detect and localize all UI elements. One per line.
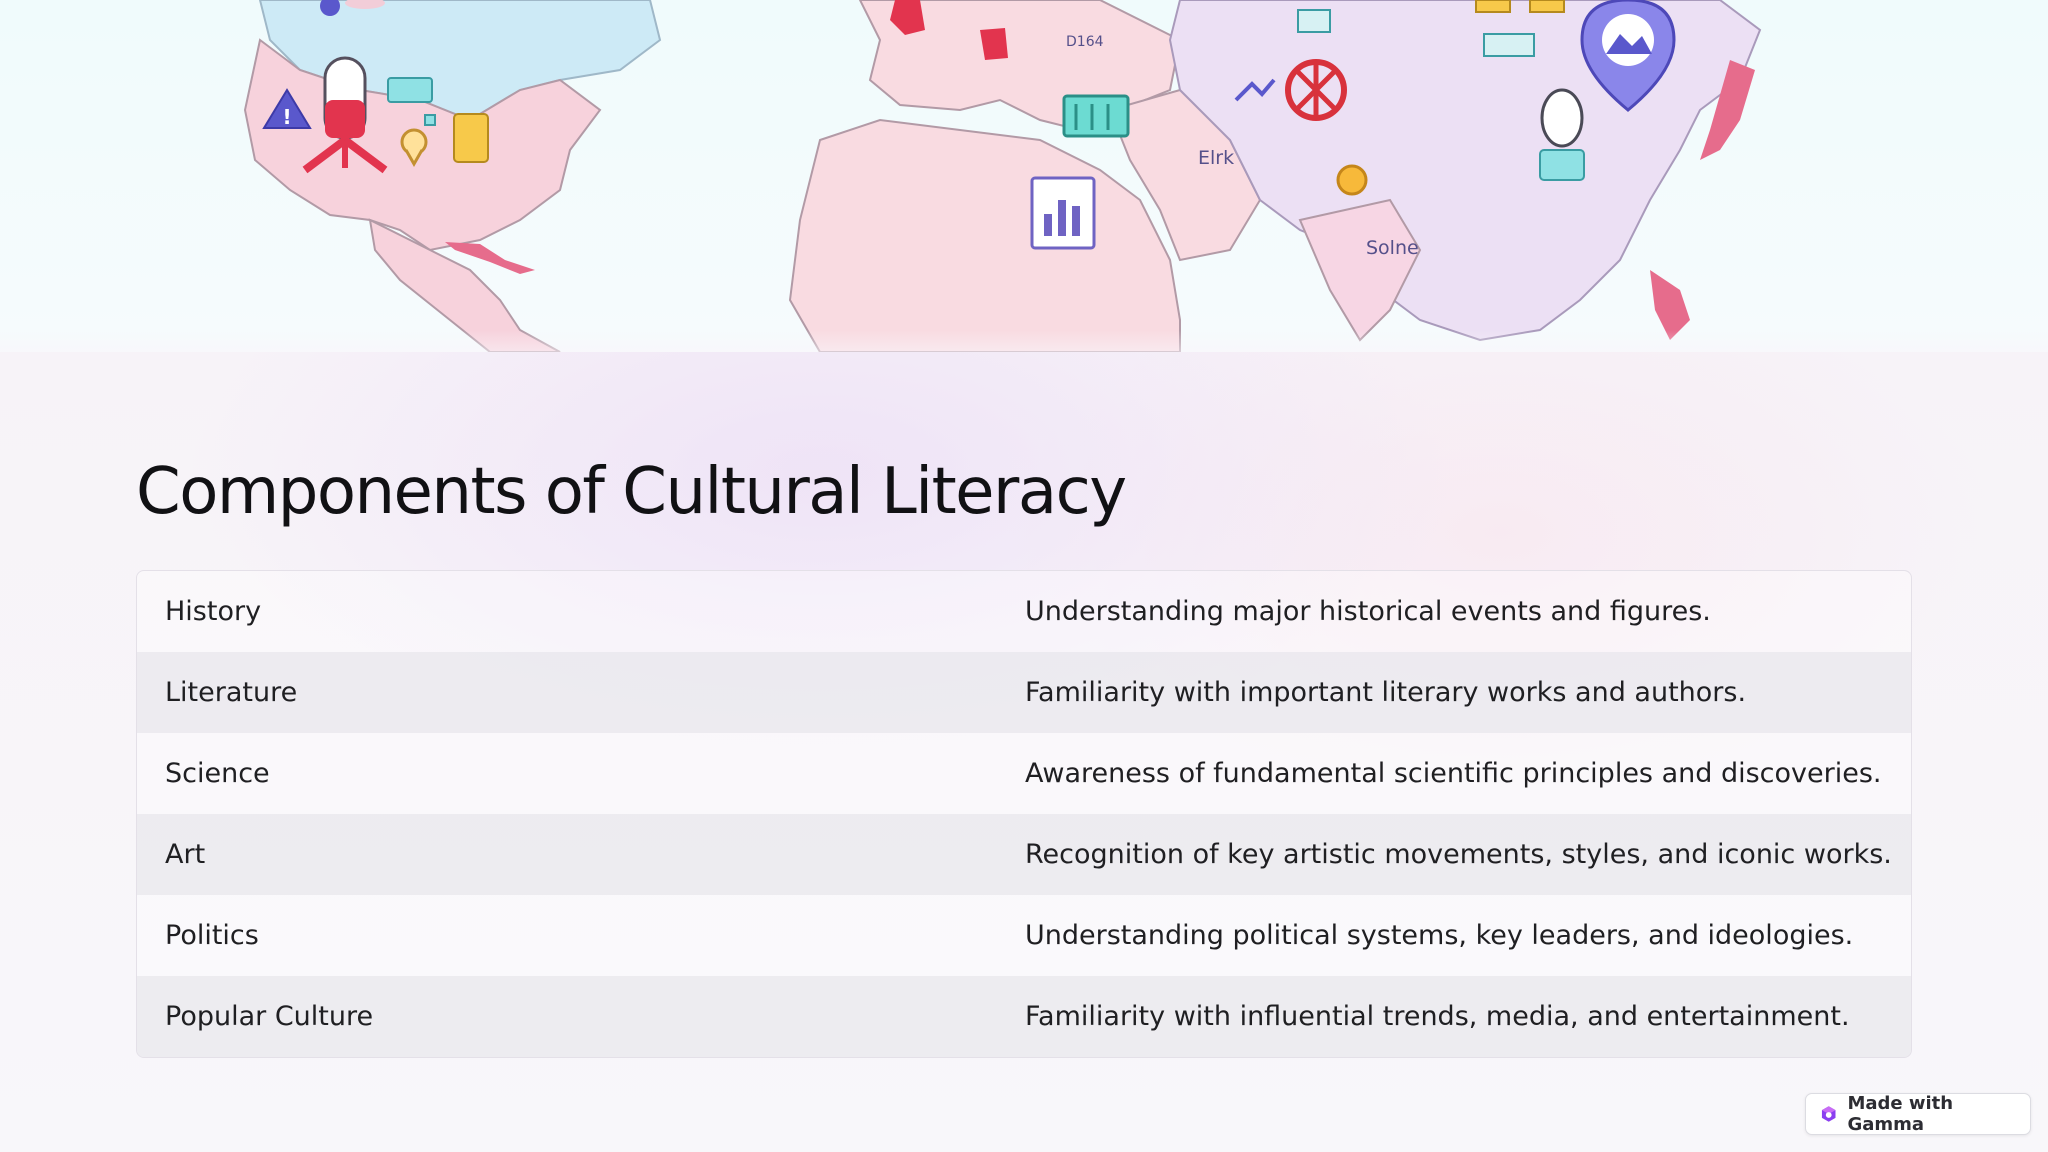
badge-label: Made with Gamma xyxy=(1847,1093,1954,1135)
jar-icon xyxy=(453,113,489,163)
table-row: Politics Understanding political systems… xyxy=(137,895,1911,976)
table-cell-description: Awareness of fundamental scientific prin… xyxy=(1025,758,1882,789)
square-icon xyxy=(424,114,436,126)
india-shape xyxy=(1298,198,1422,342)
bar-chart-icon xyxy=(1030,176,1096,250)
map-label-3: D164 xyxy=(1066,34,1104,50)
table-row: Art Recognition of key artistic movement… xyxy=(137,814,1911,895)
person-bust-icon xyxy=(1539,88,1585,181)
africa-shape xyxy=(788,118,1181,352)
table-cell-description: Familiarity with important literary work… xyxy=(1025,677,1747,708)
gamma-logo-icon xyxy=(1821,1106,1836,1122)
table-cell-term: Politics xyxy=(165,920,259,951)
table-cell-term: Art xyxy=(165,839,206,870)
map-label-1: Elrk xyxy=(1198,147,1234,169)
world-map: ! Elrk Solne D164 xyxy=(243,0,1762,352)
hero-map-illustration: ! Elrk Solne D164 xyxy=(0,0,2048,352)
hero-fade xyxy=(0,330,2048,352)
table-cell-term: History xyxy=(165,596,262,627)
chat-bubble-icon xyxy=(387,77,433,103)
newspaper-icon xyxy=(1062,94,1130,138)
literacy-table: History Understanding major historical e… xyxy=(136,570,1912,1058)
sun-icon xyxy=(1336,164,1368,196)
page-title: Components of Cultural Literacy xyxy=(136,455,1127,529)
envelope-icon xyxy=(1297,9,1331,33)
box-icon xyxy=(1529,0,1565,13)
table-cell-description: Familiarity with influential trends, med… xyxy=(1025,1001,1850,1032)
table-row: Literature Familiarity with important li… xyxy=(137,652,1911,733)
table-row: Popular Culture Familiarity with influen… xyxy=(137,976,1911,1057)
table-cell-term: Science xyxy=(165,758,270,789)
table-cell-term: Popular Culture xyxy=(165,1001,374,1032)
svg-text:!: ! xyxy=(282,105,291,129)
made-with-gamma-button[interactable]: Made with Gamma xyxy=(1805,1093,2031,1135)
table-cell-description: Recognition of key artistic movements, s… xyxy=(1025,839,1892,870)
folder-icon xyxy=(1475,0,1511,13)
table-row: Science Awareness of fundamental scienti… xyxy=(137,733,1911,814)
table-cell-description: Understanding major historical events an… xyxy=(1025,596,1711,627)
table-cell-term: Literature xyxy=(165,677,298,708)
ticket-icon xyxy=(1483,33,1535,57)
germany-shape xyxy=(980,28,1008,60)
table-row: History Understanding major historical e… xyxy=(137,571,1911,652)
table-cell-description: Understanding political systems, key lea… xyxy=(1025,920,1854,951)
map-label-2: Solne xyxy=(1366,237,1419,259)
